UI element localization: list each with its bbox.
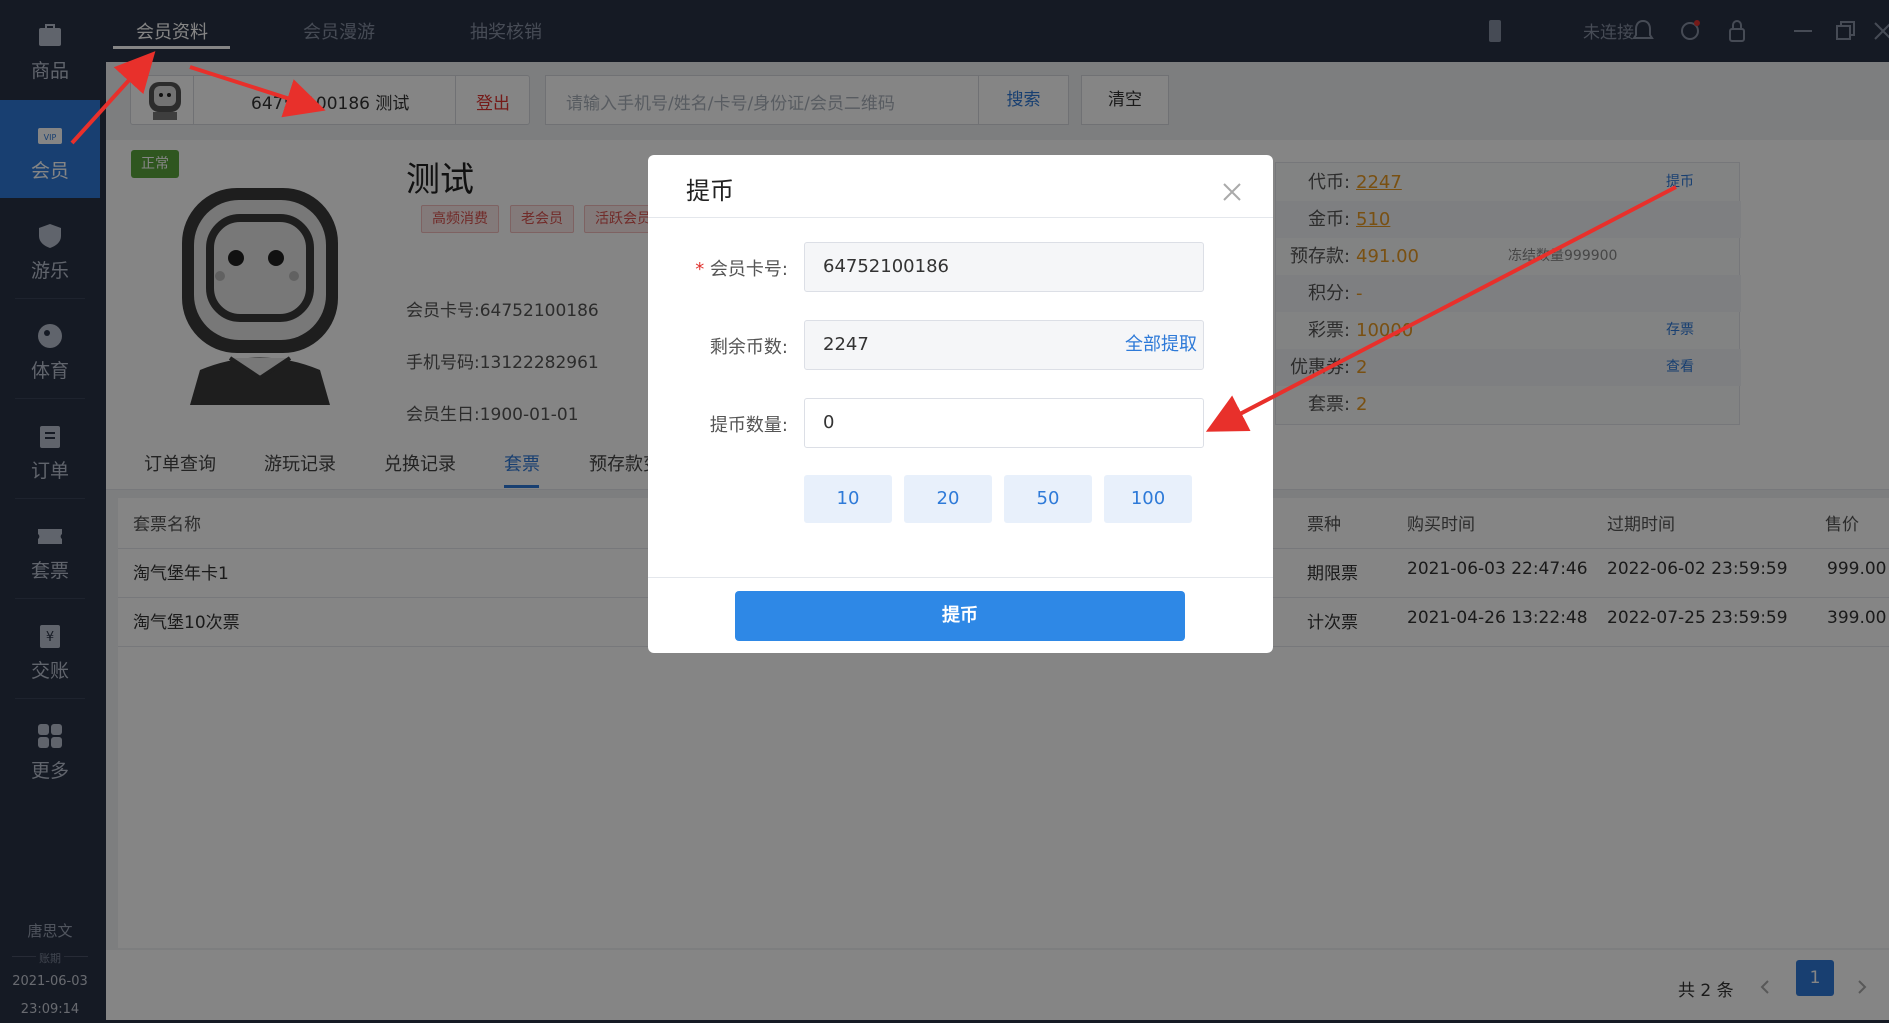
remain-field[interactable]: 2247 全部提取	[804, 320, 1204, 370]
amount-input[interactable]: 0	[804, 398, 1204, 448]
amount-label: 提币数量:	[709, 415, 788, 436]
withdraw-submit-button[interactable]: 提币	[735, 591, 1185, 641]
quick-10-button[interactable]: 10	[804, 475, 892, 523]
quick-20-button[interactable]: 20	[904, 475, 992, 523]
quick-100-button[interactable]: 100	[1104, 475, 1192, 523]
card-label: * 会员卡号:	[695, 259, 788, 280]
withdraw-all-button[interactable]: 全部提取	[1125, 321, 1197, 369]
card-field[interactable]: 64752100186	[804, 242, 1204, 292]
dialog-title: 提币	[686, 177, 734, 205]
withdraw-dialog: 提币 * 会员卡号: 64752100186 剩余币数: 2247 全部提取 提币…	[648, 155, 1273, 653]
remain-label: 剩余币数:	[709, 337, 788, 358]
quick-50-button[interactable]: 50	[1004, 475, 1092, 523]
close-icon[interactable]	[1221, 181, 1243, 203]
